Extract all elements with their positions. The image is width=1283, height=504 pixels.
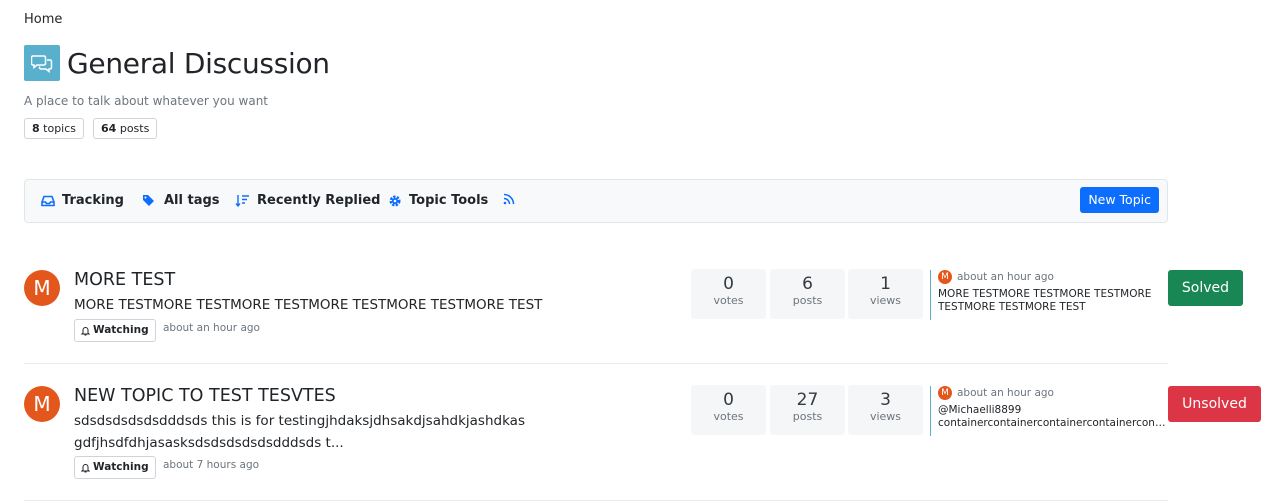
- posts-stat: 27 posts: [770, 385, 845, 435]
- topic-divider: [24, 500, 1168, 501]
- posts-stat: 6 posts: [770, 269, 845, 319]
- views-label: views: [869, 410, 902, 423]
- last-post[interactable]: M about an hour ago @Michaelli8899 conta…: [930, 386, 1168, 436]
- topic-toolbar: Tracking All tags Recently Replied Topic…: [24, 179, 1168, 223]
- bell-icon: [81, 463, 90, 472]
- rss-button[interactable]: [503, 193, 522, 205]
- posts-count: 64: [101, 122, 117, 135]
- sort-icon: [235, 195, 249, 207]
- posts-label: posts: [792, 410, 823, 423]
- views-stat: 1 views: [848, 269, 923, 319]
- category-description: A place to talk about whatever you want: [24, 94, 269, 108]
- views-count: 3: [880, 390, 891, 410]
- last-post-text: containercontainercontainercontainercont…: [938, 417, 1168, 429]
- all-tags-label: All tags: [164, 193, 220, 208]
- watching-label: Watching: [93, 461, 149, 473]
- topic-timestamp: about an hour ago: [163, 322, 260, 334]
- category-stats: 8 topics 64 posts: [24, 118, 158, 139]
- votes-label: votes: [713, 410, 744, 423]
- gear-icon: [389, 195, 401, 206]
- topics-count: 8: [32, 122, 40, 135]
- topic-divider: [24, 363, 1168, 364]
- solved-button[interactable]: Solved: [1168, 270, 1243, 306]
- watching-button[interactable]: Watching: [74, 456, 156, 479]
- sort-button[interactable]: Recently Replied: [235, 193, 380, 208]
- avatar[interactable]: M: [24, 270, 60, 306]
- posts-label: posts: [119, 122, 150, 135]
- all-tags-button[interactable]: All tags: [142, 193, 220, 208]
- posts-count: 6: [802, 274, 813, 294]
- tags-icon: [143, 195, 154, 206]
- views-label: views: [869, 294, 902, 307]
- topic-tools-button[interactable]: Topic Tools: [388, 193, 488, 208]
- posts-label: posts: [792, 294, 823, 307]
- votes-count: 0: [723, 274, 734, 294]
- new-topic-button[interactable]: New Topic: [1080, 187, 1159, 213]
- votes-stat: 0 votes: [691, 385, 766, 435]
- inbox-icon: [41, 195, 55, 206]
- sort-label: Recently Replied: [257, 193, 381, 208]
- comments-icon: [24, 45, 60, 81]
- votes-label: votes: [713, 294, 744, 307]
- avatar[interactable]: M: [938, 386, 952, 400]
- tracking-button[interactable]: Tracking: [41, 193, 124, 208]
- topic-teaser: MORE TESTMORE TESTMORE TESTMORE TESTMORE…: [74, 297, 543, 313]
- last-post-time[interactable]: about an hour ago: [957, 387, 1054, 399]
- category-header: General Discussion: [24, 45, 330, 81]
- page-title: General Discussion: [67, 46, 330, 80]
- watching-button[interactable]: Watching: [74, 319, 156, 342]
- posts-count-badge: 64 posts: [93, 118, 158, 139]
- rss-icon: [503, 193, 515, 205]
- breadcrumb-home[interactable]: Home: [24, 12, 62, 27]
- tracking-label: Tracking: [62, 193, 124, 208]
- views-count: 1: [880, 274, 891, 294]
- last-post-time[interactable]: about an hour ago: [957, 271, 1054, 283]
- unsolved-button[interactable]: Unsolved: [1168, 386, 1261, 422]
- topic-teaser: sdsdsdsdsdsdddsds this is for testingjhd…: [74, 413, 525, 451]
- topic-tools-label: Topic Tools: [409, 193, 489, 208]
- topics-label: topics: [43, 122, 77, 135]
- avatar[interactable]: M: [24, 386, 60, 422]
- last-post[interactable]: M about an hour ago MORE TESTMORE TESTMO…: [930, 270, 1168, 320]
- posts-count: 27: [796, 390, 819, 410]
- watching-label: Watching: [93, 324, 149, 336]
- topics-count-badge: 8 topics: [24, 118, 85, 139]
- last-post-mention[interactable]: @Michaelli8899: [938, 404, 1168, 417]
- views-stat: 3 views: [848, 385, 923, 435]
- bell-icon: [81, 326, 90, 335]
- last-post-text: MORE TESTMORE TESTMORE TESTMORE TESTMORE…: [938, 288, 1152, 313]
- avatar[interactable]: M: [938, 270, 952, 284]
- topic-timestamp: about 7 hours ago: [163, 459, 260, 471]
- topic-title[interactable]: NEW TOPIC TO TEST TESVTES: [74, 386, 336, 406]
- votes-count: 0: [723, 390, 734, 410]
- topic-title[interactable]: MORE TEST: [74, 270, 175, 290]
- votes-stat: 0 votes: [691, 269, 766, 319]
